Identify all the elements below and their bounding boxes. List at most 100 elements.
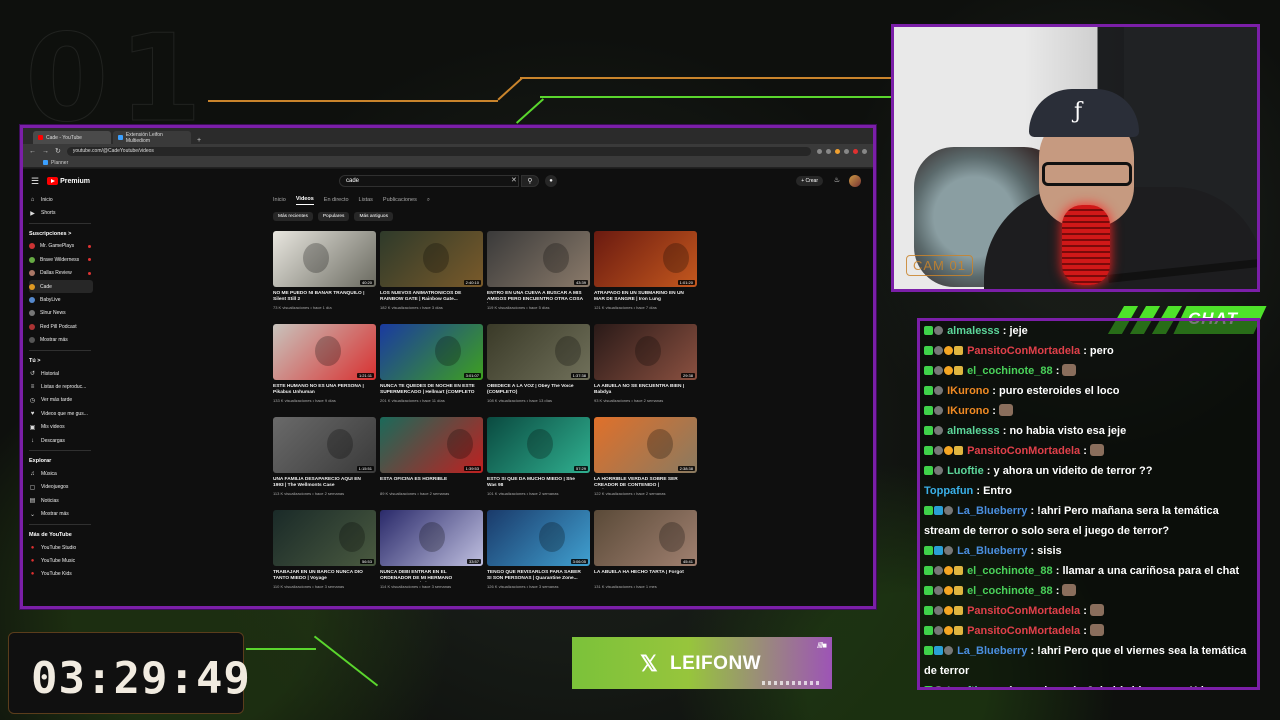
video-card[interactable]: 43:39 ENTRO EN UNA CUEVA A BUSCAR A MIS A… [487,231,590,318]
video-card[interactable]: 3:01:07 NUNCA TE QUEDES DE NOCHE EN ESTE … [380,324,483,411]
video-title[interactable]: UNA FAMILIA DESAPARECIO AQUI EN 1993 | T… [273,477,376,489]
create-button[interactable]: + Crear [796,176,823,186]
sort-chip[interactable]: Más antiguos [354,212,393,221]
tab-videos[interactable]: Videos [295,196,314,205]
video-thumbnail[interactable]: 56:53 [273,510,376,566]
video-card[interactable]: 1:39:53 ESTA OFICINA ES HORRIBLE 89 K visu… [380,417,483,504]
video-card[interactable]: 29:38 LA ABUELA NO SE ENCUENTRA BIEN | Ba… [594,324,697,411]
chat-username[interactable]: La_Blueberry [957,505,1027,517]
video-card[interactable]: 45:41 LA ABUELA HA HECHO TARTA | Forgot 13… [594,510,697,597]
address-bar[interactable]: youtube.com/@CadeYoutube/videos [66,146,811,156]
reload-icon[interactable]: ↻ [55,147,61,155]
extension-icon[interactable] [844,148,849,154]
sidebar-item-subscription[interactable]: Cade [29,279,93,294]
video-title[interactable]: NUNCA TE QUEDES DE NOCHE EN ESTE SUPERME… [380,384,483,396]
video-title[interactable]: LA HORRIBLE VERDAD SOBRE SER CREADOR DE … [594,477,697,489]
extension-icon[interactable] [862,148,867,154]
sidebar-item[interactable]: ● YouTube Music [29,554,97,567]
avatar[interactable] [849,175,861,187]
video-thumbnail[interactable]: 2:38:38 [594,417,697,473]
video-thumbnail[interactable]: 1:39:53 [380,417,483,473]
chat-username[interactable]: el_cochinote_88 [967,565,1053,577]
sidebar-item[interactable]: ▣ Mis videos [29,420,97,433]
extension-icon[interactable] [853,148,858,154]
sidebar-item-subscription[interactable]: Brave Wilderness [29,253,97,266]
video-thumbnail[interactable]: 1:15:51 [273,417,376,473]
chat-username[interactable]: el_cochinote_88 [967,365,1053,377]
sidebar-item[interactable]: ● YouTube Studio [29,541,97,554]
sidebar-item[interactable]: ↓ Descargas [29,434,97,447]
video-title[interactable]: TRABAJAR EN UN BARCO NUNCA DIO TANTO MIE… [273,570,376,582]
sort-chip[interactable]: Más recientes [273,212,313,221]
back-arrow-icon[interactable]: ← [29,148,36,155]
tab-en-directo[interactable]: En directo [324,197,349,203]
extension-icon[interactable] [826,148,831,154]
tab-inicio[interactable]: Inicio [273,197,286,203]
video-card[interactable]: 3:06:05 TENGO QUE REVISARLOS PARA SABER S… [487,510,590,597]
video-thumbnail[interactable]: 43:39 [487,231,590,287]
chat-username[interactable]: PansitoConMortadela [967,605,1080,617]
sidebar-item-subscription[interactable]: BabyLive [29,293,97,306]
chat-username[interactable]: La_Blueberry [957,545,1027,557]
tab-publicaciones[interactable]: Publicaciones [383,197,417,203]
chat-username[interactable]: almalesss [947,425,1000,437]
chat-username[interactable]: IKurono [947,405,989,417]
video-thumbnail[interactable]: 40:20 [273,231,376,287]
video-thumbnail[interactable]: 57:29 [487,417,590,473]
hamburger-menu-icon[interactable]: ☰ [31,176,39,187]
youtube-logo[interactable]: Premium [47,177,90,185]
sidebar-item-subscription[interactable]: Dallas Review [29,267,97,280]
clear-search-icon[interactable]: ✕ [511,176,517,184]
video-thumbnail[interactable]: 1:01:20 [594,231,697,287]
sidebar-item-subscription[interactable]: Mr. GamePlays [29,240,97,253]
video-title[interactable]: ESTE HUMANO NO ES UNA PERSONA | Pikabus … [273,384,376,396]
chat-username[interactable]: Toppafun [924,485,973,497]
video-title[interactable]: NO ME PUEDO NI BAÑAR TRANQUILO | Silent … [273,291,376,303]
video-thumbnail[interactable]: 2:40:10 [380,231,483,287]
video-card[interactable]: 33:57 NUNCA DEBI ENTRAR EN EL ORDENADOR D… [380,510,483,597]
sidebar-item-subscription[interactable]: Red Pill Podcast [29,320,97,333]
video-title[interactable]: ESTA OFICINA ES HORRIBLE [380,477,483,489]
chat-username[interactable]: IKurono [947,385,989,397]
sidebar-item[interactable]: ⌄ Mostrar más [29,507,97,520]
video-title[interactable]: ESTO SI QUE DA MUCHO MIEDO | She Was 98 [487,477,590,489]
video-thumbnail[interactable]: 1:21:11 [273,324,376,380]
extension-icon[interactable] [817,148,822,154]
tab-listas[interactable]: Listas [359,197,373,203]
sidebar-item[interactable]: ♫ Música [29,467,97,480]
chat-username[interactable]: PansitoConMortadela [967,625,1080,637]
sidebar-item[interactable]: ● YouTube Kids [29,568,97,581]
browser-tab-youtube[interactable]: Cade - YouTube [33,131,111,144]
sidebar-item[interactable]: ▶ Shorts [29,206,97,219]
sidebar-item[interactable]: ⌂ Inicio [29,193,97,206]
sidebar-heading-you[interactable]: Tú > [29,355,97,367]
sort-chip[interactable]: Populares [317,212,350,221]
video-title[interactable]: LA ABUELA HA HECHO TARTA | Forgot [594,570,697,582]
video-title[interactable]: LA ABUELA NO SE ENCUENTRA BIEN | Babdya [594,384,697,396]
chat-username[interactable]: PansitoConMortadela [967,345,1080,357]
chat-username[interactable]: el_cochinote_88 [967,585,1053,597]
video-title[interactable]: TENGO QUE REVISARLOS PARA SABER SI SON P… [487,570,590,582]
browser-tab-extension[interactable]: Extensión Leifon Multiediom [113,131,191,144]
video-card[interactable]: 2:38:38 LA HORRIBLE VERDAD SOBRE SER CREA… [594,417,697,504]
chat-username[interactable]: Luoftie [947,685,984,687]
video-card[interactable]: 1:21:11 ESTE HUMANO NO ES UNA PERSONA | P… [273,324,376,411]
video-thumbnail[interactable]: 3:01:07 [380,324,483,380]
sidebar-item[interactable]: ◷ Ver más tarde [29,394,97,407]
search-input[interactable]: cade [339,175,519,187]
video-card[interactable]: 57:29 ESTO SI QUE DA MUCHO MIEDO | She Wa… [487,417,590,504]
sidebar-item[interactable]: ▤ Noticias [29,494,97,507]
video-card[interactable]: 40:20 NO ME PUEDO NI BAÑAR TRANQUILO | Si… [273,231,376,318]
search-button[interactable]: ⚲ [521,175,539,187]
chat-username[interactable]: La_Blueberry [957,645,1027,657]
notifications-bell-icon[interactable]: ♨ [834,176,840,184]
forward-arrow-icon[interactable]: → [42,148,49,155]
voice-search-button[interactable]: ● [545,175,557,187]
video-card[interactable]: 1:37:38 OBEDECE A LA VOZ | Obey The Voice… [487,324,590,411]
video-title[interactable]: OBEDECE A LA VOZ | Obey The Voice (COMPL… [487,384,590,396]
sidebar-item[interactable]: ♥ Videos que me gus... [29,407,97,420]
extension-icon[interactable] [835,148,840,154]
video-title[interactable]: ATRAPADO EN UN SUBMARINO EN UN MAR DE SA… [594,291,697,303]
chat-username[interactable]: PansitoConMortadela [967,445,1080,457]
video-card[interactable]: 1:01:20 ATRAPADO EN UN SUBMARINO EN UN MA… [594,231,697,318]
